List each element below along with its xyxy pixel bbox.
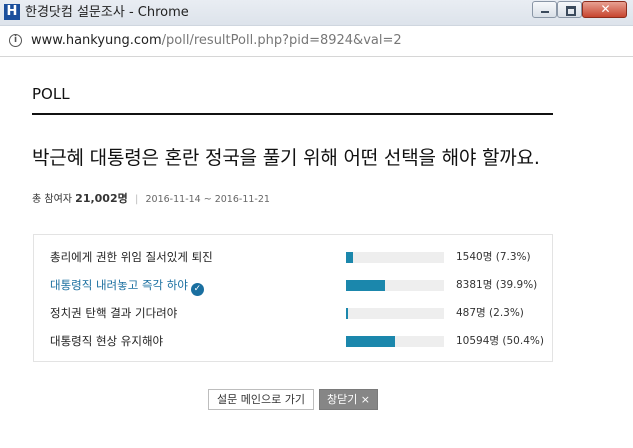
result-bar-fill (346, 280, 386, 291)
result-bar-track (346, 308, 444, 319)
check-icon: ✓ (190, 283, 204, 296)
result-bar-fill (346, 252, 354, 263)
url-text[interactable]: www.hankyung.com/poll/resultPoll.php?pid… (31, 33, 402, 49)
poll-period: 2016-11-14 ~ 2016-11-21 (145, 194, 270, 205)
poll-header: POLL (32, 85, 70, 103)
close-icon: ✕ (600, 2, 611, 16)
poll-meta: 총 참여자 21,002명 | 2016-11-14 ~ 2016-11-21 (32, 192, 270, 207)
title-bar: H 한경닷컴 설문조사 - Chrome ✕ (0, 0, 633, 26)
url-domain: www.hankyung.com (31, 33, 162, 48)
option-text: 총리에게 권한 위임 질서있게 퇴진 (50, 250, 213, 264)
result-row: 총리에게 권한 위임 질서있게 퇴진 1540명 (7.3%) (34, 243, 554, 271)
option-label: 총리에게 권한 위임 질서있게 퇴진 (50, 249, 213, 265)
result-row: 정치권 탄핵 결과 기다려야 487명 (2.3%) (34, 299, 554, 327)
result-row: 대통령직 현상 유지해야 10594명 (50.4%) (34, 327, 554, 355)
result-count: 8381명 (39.9%) (456, 279, 538, 291)
poll-main-button[interactable]: 설문 메인으로 가기 (208, 389, 314, 410)
participants-label: 총 참여자 (32, 194, 72, 205)
close-window-button[interactable]: ✕ (582, 1, 627, 18)
window-title: 한경닷컴 설문조사 - Chrome (25, 5, 189, 20)
close-popup-button[interactable]: 창닫기 × (319, 389, 378, 410)
option-label: 대통령직 현상 유지해야 (50, 333, 163, 349)
participants-count: 21,002명 (75, 192, 128, 205)
result-count: 487명 (2.3%) (456, 307, 524, 319)
poll-question: 박근혜 대통령은 혼란 정국을 풀기 위해 어떤 선택을 해야 할까요. (32, 147, 540, 169)
header-divider (32, 113, 553, 115)
result-bar-fill (346, 308, 349, 319)
result-count: 1540명 (7.3%) (456, 251, 531, 263)
maximize-button[interactable] (557, 1, 582, 18)
meta-separator: | (134, 194, 139, 205)
result-bar-track (346, 252, 444, 263)
hankyung-logo-icon: H (4, 4, 20, 20)
result-count: 10594명 (50.4%) (456, 335, 544, 347)
address-bar: i www.hankyung.com/poll/resultPoll.php?p… (0, 26, 633, 57)
result-bar-track (346, 280, 444, 291)
option-text: 대통령직 내려놓고 즉각 하야 (50, 278, 188, 292)
result-bar-fill (346, 336, 396, 347)
option-label: 정치권 탄핵 결과 기다려야 (50, 305, 177, 321)
browser-window: H 한경닷컴 설문조사 - Chrome ✕ i www.hankyung.co… (0, 0, 633, 448)
info-icon[interactable]: i (9, 34, 22, 47)
result-bar-track (346, 336, 444, 347)
result-row: 대통령직 내려놓고 즉각 하야 ✓ 8381명 (39.9%) (34, 271, 554, 299)
poll-results: 총리에게 권한 위임 질서있게 퇴진 1540명 (7.3%) 대통령직 내려놓고 … (33, 234, 553, 362)
url-path: /poll/resultPoll.php?pid=8924&val=2 (161, 33, 402, 48)
option-text: 정치권 탄핵 결과 기다려야 (50, 306, 178, 320)
minimize-button[interactable] (532, 1, 557, 18)
option-text: 대통령직 현상 유지해야 (50, 334, 164, 348)
option-label: 대통령직 내려놓고 즉각 하야 ✓ (50, 277, 204, 296)
